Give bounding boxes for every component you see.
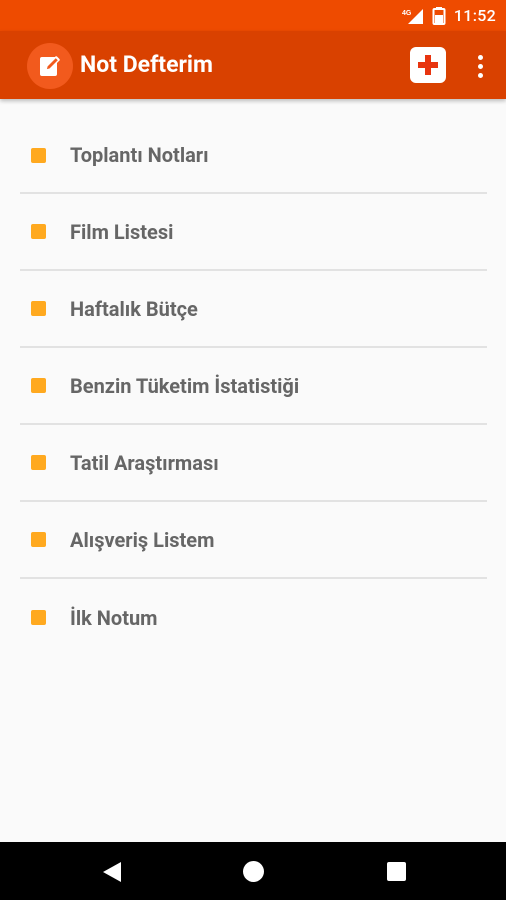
note-bullet-icon <box>31 301 46 316</box>
note-bullet-icon <box>31 378 46 393</box>
note-bullet-icon <box>31 147 46 163</box>
app-bar: Not Defterim <box>0 31 506 99</box>
note-item[interactable]: Haftalık Bütçe <box>20 271 487 348</box>
note-title: Tatil Araştırması <box>70 450 219 475</box>
note-title: İlk Notum <box>70 605 158 630</box>
back-triangle-icon[interactable] <box>102 861 122 883</box>
more-vert-icon <box>477 54 483 60</box>
more-options-button[interactable] <box>468 51 492 81</box>
note-item[interactable]: Toplantı Notları <box>20 100 487 194</box>
add-note-button[interactable] <box>410 47 446 83</box>
note-title: Benzin Tüketim İstatistiği <box>70 373 300 398</box>
home-circle-icon[interactable] <box>243 861 264 882</box>
note-bullet-icon <box>31 532 46 547</box>
note-list: Toplantı Notları Film Listesi Haftalık B… <box>0 100 506 656</box>
edit-note-icon <box>27 43 73 89</box>
battery-icon <box>432 6 446 25</box>
note-item[interactable]: İlk Notum <box>20 579 487 656</box>
recent-square-icon[interactable] <box>387 862 406 881</box>
note-item[interactable]: Tatil Araştırması <box>20 425 487 502</box>
signal-4g-icon: 4G <box>402 7 424 25</box>
app-title: Not Defterim <box>80 51 213 78</box>
note-title: Toplantı Notları <box>70 143 209 167</box>
status-bar: 4G 11:52 <box>0 0 506 31</box>
note-item[interactable]: Benzin Tüketim İstatistiği <box>20 348 487 425</box>
note-item[interactable]: Alışveriş Listem <box>20 502 487 579</box>
navigation-bar <box>0 842 506 900</box>
note-bullet-icon <box>31 224 46 239</box>
note-title: Haftalık Bütçe <box>70 296 198 321</box>
status-time: 11:52 <box>453 6 496 25</box>
svg-text:4G: 4G <box>402 10 412 17</box>
note-title: Alışveriş Listem <box>70 527 215 552</box>
plus-icon <box>418 55 438 75</box>
note-bullet-icon <box>31 610 46 625</box>
note-item[interactable]: Film Listesi <box>20 194 487 271</box>
note-bullet-icon <box>31 455 46 470</box>
note-title: Film Listesi <box>70 219 174 244</box>
